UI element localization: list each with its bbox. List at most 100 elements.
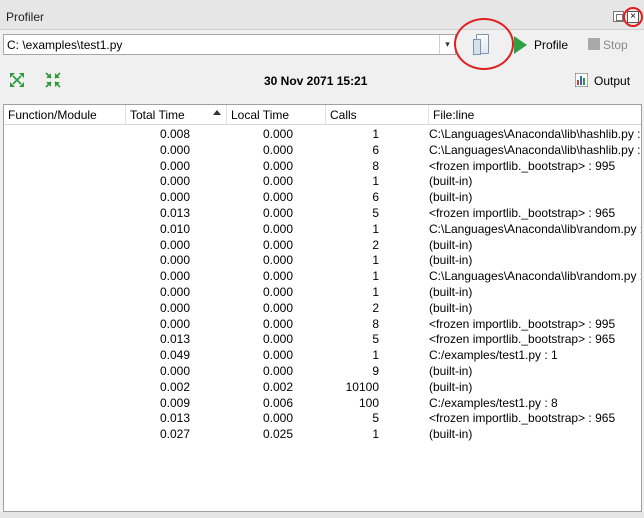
chevron-down-icon[interactable]: ▾ [439,35,455,54]
calls-cell: 1 [372,174,379,189]
local-time-cell: 0.000 [262,316,293,331]
calls-cell: 8 [372,316,379,331]
play-icon [514,36,527,54]
local-time-cell: 0.000 [262,158,293,173]
tree-row[interactable]: +_find_an...0.0130.0005<frozen importlib… [4,205,641,221]
total-time-cell: 0.000 [159,300,190,315]
local-time-cell: 0.000 [262,206,293,220]
total-time-cell: 0.000 [159,285,190,299]
pane-titlebar: Profiler × [0,0,644,30]
column-header-calls[interactable]: Calls [326,105,429,125]
total-time-cell: 0.000 [159,364,190,378]
stop-button-label: Stop [603,38,628,52]
profile-tree[interactable]: Function/Module Total Time Local Time Ca… [3,104,642,512]
bar-chart-icon [575,73,588,87]
browse-highlight-ring [454,18,514,70]
collapse-all-button[interactable] [45,72,61,88]
local-time-cell: 0.000 [262,253,293,268]
calls-cell: 6 [372,142,379,157]
tree-row[interactable]: +<built-i...0.0270.0251(built-in) [4,426,641,442]
column-header-function[interactable]: Function/Module [4,105,126,125]
calls-cell: 1 [372,269,379,284]
total-time-cell: 0.000 [159,190,190,205]
profile-button[interactable]: Profile [512,35,574,55]
script-path-combo[interactable]: C: \examples\test1.py ▾ [3,34,456,55]
local-time-cell: 0.000 [262,411,293,426]
calls-cell: 8 [372,158,379,173]
tree-row[interactable]: -<random.py>0.0100.0001C:\Languages\Anac… [4,221,641,237]
file-line-cell: <frozen importlib._bootstrap> : 965 [429,332,616,347]
local-time-cell: 0.000 [262,190,293,205]
tree-row[interactable]: <built-i...0.0000.0002(built-in) [4,237,641,253]
file-line-cell: (built-in) [429,364,473,378]
total-time-cell: 0.000 [159,142,190,157]
tree-row[interactable]: +_handle_...0.0000.0008<frozen importlib… [4,158,641,174]
sort-ascending-icon [213,110,221,115]
total-time-cell: 0.000 [159,253,190,268]
total-time-cell: 0.013 [159,206,190,220]
tree-row[interactable]: <built-i...0.0000.0001(built-in) [4,284,641,300]
column-header-total-time[interactable]: Total Time [126,105,227,125]
local-time-cell: 0.000 [262,364,293,378]
profile-button-label: Profile [534,38,569,52]
calls-cell: 2 [372,300,379,315]
stop-button[interactable]: Stop [586,35,642,55]
calls-cell: 2 [372,237,379,252]
tree-row[interactable]: <built-i...0.0000.0002(built-in) [4,300,641,316]
total-time-cell: 0.000 [159,174,190,189]
tree-row[interactable]: +_handle_...0.0000.0008<frozen importlib… [4,316,641,332]
tree-row[interactable]: <metho...0.0000.0001(built-in) [4,173,641,189]
calls-cell: 9 [372,364,379,378]
calls-cell: 6 [372,190,379,205]
file-line-cell: (built-in) [429,300,473,315]
total-time-cell: 0.002 [159,379,190,394]
local-time-cell: 0.000 [262,221,293,236]
file-line-cell: (built-in) [429,427,473,442]
tree-row[interactable]: +_find_an...0.0130.0005<frozen importlib… [4,410,641,426]
local-time-cell: 0.000 [262,127,293,141]
output-button-label: Output [594,74,631,88]
tree-row[interactable]: +__get_op...0.0000.0006C:\Languages\Anac… [4,142,641,158]
tree-row[interactable]: -<hashlib.py>0.0080.0001C:\Languages\Ana… [4,126,641,142]
column-header-file-line[interactable]: File:line [429,105,641,125]
total-time-cell: 0.000 [159,237,190,252]
file-line-cell: C:/examples/test1.py : 1 [429,348,558,363]
local-time-cell: 0.000 [262,348,293,363]
total-time-cell: 0.013 [159,411,190,426]
expand-all-icon [10,73,24,87]
file-line-cell: <frozen importlib._bootstrap> : 965 [429,411,616,426]
total-time-cell: 0.013 [159,332,190,347]
calls-cell: 1 [372,253,379,268]
file-line-cell: C:/examples/test1.py : 8 [429,395,558,410]
file-line-cell: <frozen importlib._bootstrap> : 995 [429,316,616,331]
tree-row[interactable]: +_find_an...0.0130.0005<frozen importlib… [4,331,641,347]
calls-cell: 5 [372,411,379,426]
calls-cell: 100 [358,395,379,410]
total-time-cell: 0.000 [159,158,190,173]
tree-row[interactable]: <built-i...0.0000.0006(built-in) [4,189,641,205]
tree-row[interactable]: +__init__0.0000.0001C:\Languages\Anacond… [4,268,641,284]
close-highlight-ring [623,7,643,27]
column-header-local-time[interactable]: Local Time [227,105,326,125]
tree-row[interactable]: <metho...0.0020.00210100(built-in) [4,379,641,395]
calls-cell: 1 [372,221,379,236]
total-time-cell: 0.049 [159,348,190,363]
file-line-cell: (built-in) [429,237,473,252]
tree-row[interactable]: +fill_row0.0090.006100C:/examples/test1.… [4,395,641,411]
tree-row[interactable]: <built-i...0.0000.0009(built-in) [4,363,641,379]
file-line-cell: (built-in) [429,174,473,189]
expand-all-button[interactable] [9,72,25,88]
local-time-cell: 0.000 [262,174,293,189]
local-time-cell: 0.025 [262,427,293,442]
total-time-cell: 0.000 [159,316,190,331]
local-time-cell: 0.000 [262,237,293,252]
tree-row[interactable]: -<test1.py>0.0490.0001C:/examples/test1.… [4,347,641,363]
local-time-cell: 0.000 [262,269,293,284]
output-button[interactable]: Output [574,71,640,89]
pane-bottom-edge [0,512,644,518]
tree-row[interactable]: <built-i...0.0000.0001(built-in) [4,252,641,268]
local-time-cell: 0.000 [262,285,293,299]
local-time-cell: 0.000 [262,332,293,347]
profile-timestamp: 30 Nov 2071 15:21 [264,74,368,88]
calls-cell: 5 [372,206,379,220]
